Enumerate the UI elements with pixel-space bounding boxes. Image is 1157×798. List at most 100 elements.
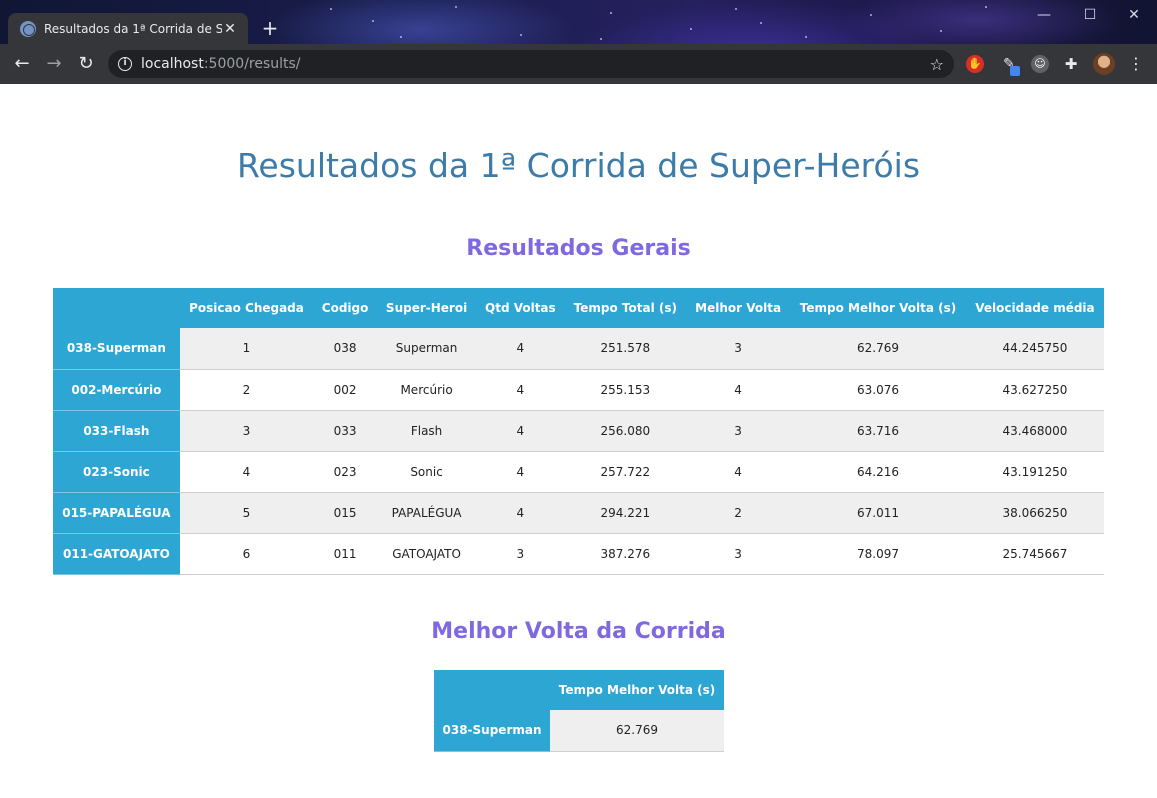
table-cell: 011 <box>313 533 377 575</box>
maximize-button[interactable]: ☐ <box>1067 0 1113 30</box>
general-results-title: Resultados Gerais <box>466 236 691 261</box>
table-cell: 015 <box>313 492 377 534</box>
table-row: 002-Mercúrio 2 002 Mercúrio 4 255.153 4 63.076 4… <box>53 369 1104 411</box>
globe-icon <box>20 20 36 37</box>
extension-badge <box>1010 66 1020 76</box>
row-label: 033-Flash <box>53 410 180 452</box>
table-cell: PAPALÉGUA <box>376 492 477 534</box>
table-cell: 4 <box>476 369 565 411</box>
table-cell: 2 <box>686 492 791 534</box>
table-row: 023-Sonic 4 023 Sonic 4 257.722 4 64.216 43.1912… <box>53 451 1104 493</box>
table-cell: 256.080 <box>564 410 687 452</box>
reload-button[interactable]: ↻ <box>74 52 98 76</box>
column-header: Tempo Melhor Volta (s) <box>790 288 966 328</box>
row-label: 002-Mercúrio <box>53 369 180 411</box>
column-header <box>53 288 180 328</box>
table-cell: 2 <box>179 369 314 411</box>
table-cell: 4 <box>476 410 565 452</box>
url-host: localhost <box>141 56 204 72</box>
info-icon[interactable]: i <box>118 57 132 71</box>
row-label: 015-PAPALÉGUA <box>53 492 180 534</box>
column-header: Velocidade média <box>965 288 1104 328</box>
column-header: Super-Heroi <box>376 288 477 328</box>
tab-title: Resultados da 1ª Corrida de Super-Heróis <box>44 21 222 36</box>
table-cell: 4 <box>476 492 565 534</box>
table-cell: 4 <box>686 369 791 411</box>
column-header: Codigo <box>313 288 377 328</box>
table-cell: 62.769 <box>550 710 724 752</box>
address-bar[interactable]: i localhost :5000/results/ ☆ <box>108 50 954 78</box>
tab-strip: Resultados da 1ª Corrida de Super-Heróis… <box>0 0 1157 44</box>
table-cell: 033 <box>313 410 377 452</box>
table-cell: 4 <box>476 451 565 493</box>
table-cell: 3 <box>686 328 791 370</box>
table-cell: 4 <box>179 451 314 493</box>
table-row: 038-Superman 1 038 Superman 4 251.578 3 62.769 4… <box>53 328 1104 370</box>
minimize-button[interactable]: — <box>1021 0 1067 30</box>
best-lap-table: Tempo Melhor Volta (s) 038-Superman 62.76… <box>434 670 724 752</box>
table-cell: 63.076 <box>790 369 966 411</box>
row-label: 023-Sonic <box>53 451 180 493</box>
back-button[interactable]: ← <box>10 52 34 76</box>
table-row: 033-Flash 3 033 Flash 4 256.080 3 63.716 43.4680… <box>53 410 1104 452</box>
browser-tab[interactable]: Resultados da 1ª Corrida de Super-Heróis… <box>8 13 248 44</box>
table-cell: 25.745667 <box>965 533 1104 575</box>
table-cell: 257.722 <box>564 451 687 493</box>
close-tab-icon[interactable]: ✕ <box>222 21 238 37</box>
table-header-row: Posicao Chegada Codigo Super-Heroi Qtd Volt… <box>53 288 1104 328</box>
table-cell: 43.468000 <box>965 410 1104 452</box>
table-cell: 4 <box>686 451 791 493</box>
table-cell: 038 <box>313 328 377 370</box>
column-header: Qtd Voltas <box>476 288 565 328</box>
table-cell: 43.191250 <box>965 451 1104 493</box>
browser-chrome: Resultados da 1ª Corrida de Super-Heróis… <box>0 0 1157 84</box>
table-cell: 387.276 <box>564 533 687 575</box>
table-cell: Superman <box>376 328 477 370</box>
table-row: 011-GATOAJATO 6 011 GATOAJATO 3 387.276 3 78.09… <box>53 533 1104 575</box>
table-cell: 78.097 <box>790 533 966 575</box>
table-cell: 023 <box>313 451 377 493</box>
forward-button[interactable]: → <box>42 52 66 76</box>
stop-extension-icon[interactable]: ✋ <box>966 55 984 73</box>
table-cell: 294.221 <box>564 492 687 534</box>
close-window-button[interactable]: ✕ <box>1111 0 1157 30</box>
table-body: 038-Superman 1 038 Superman 4 251.578 3 62.769 4… <box>53 328 1104 575</box>
table-cell: 44.245750 <box>965 328 1104 370</box>
table-cell: 67.011 <box>790 492 966 534</box>
browser-toolbar: ← → ↻ i localhost :5000/results/ ☆ ✋ ✎ ☺… <box>0 44 1157 84</box>
table-cell: 3 <box>179 410 314 452</box>
row-label: 038-Superman <box>53 328 180 370</box>
table-header-row: Tempo Melhor Volta (s) <box>434 670 724 710</box>
table-cell: 6 <box>179 533 314 575</box>
profile-avatar[interactable] <box>1093 53 1115 75</box>
column-header: Tempo Total (s) <box>564 288 687 328</box>
url-path: :5000/results/ <box>203 56 301 72</box>
table-cell: 62.769 <box>790 328 966 370</box>
row-label: 011-GATOAJATO <box>53 533 180 575</box>
table-cell: GATOAJATO <box>376 533 477 575</box>
bookmark-star-icon[interactable]: ☆ <box>930 55 944 74</box>
results-table: Posicao Chegada Codigo Super-Heroi Qtd Volt… <box>53 288 1104 575</box>
best-lap-title: Melhor Volta da Corrida <box>431 619 726 644</box>
table-cell: 251.578 <box>564 328 687 370</box>
column-header <box>434 670 551 710</box>
table-row: 038-Superman 62.769 <box>434 710 724 752</box>
table-cell: Sonic <box>376 451 477 493</box>
table-cell: 64.216 <box>790 451 966 493</box>
table-cell: 255.153 <box>564 369 687 411</box>
column-header: Posicao Chegada <box>179 288 314 328</box>
table-cell: 3 <box>686 410 791 452</box>
table-cell: 63.716 <box>790 410 966 452</box>
new-tab-button[interactable]: + <box>258 17 282 41</box>
table-cell: 38.066250 <box>965 492 1104 534</box>
face-extension-icon[interactable]: ☺ <box>1031 55 1049 73</box>
table-cell: 5 <box>179 492 314 534</box>
table-cell: 002 <box>313 369 377 411</box>
menu-icon[interactable]: ⋮ <box>1126 53 1146 75</box>
puzzle-icon[interactable]: ✚ <box>1062 55 1080 73</box>
column-header: Melhor Volta <box>686 288 791 328</box>
page-content: Resultados da 1ª Corrida de Super-Heróis… <box>0 84 1157 798</box>
table-row: 015-PAPALÉGUA 5 015 PAPALÉGUA 4 294.221 2 67.01… <box>53 492 1104 534</box>
table-cell: Mercúrio <box>376 369 477 411</box>
table-cell: 4 <box>476 328 565 370</box>
